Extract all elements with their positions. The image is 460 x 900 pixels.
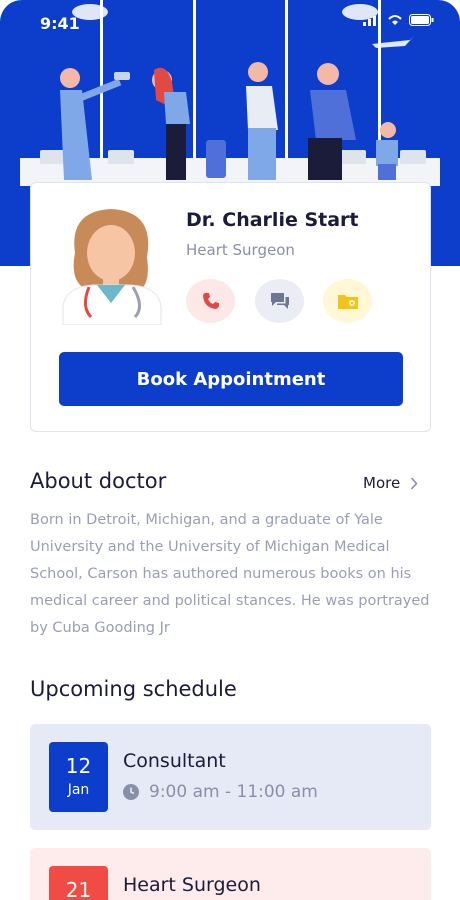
- schedule-day: 21: [65, 878, 92, 900]
- status-time: 9:41: [40, 14, 80, 33]
- about-title: About doctor: [30, 469, 167, 493]
- chevron-right-icon: [411, 476, 418, 490]
- call-button[interactable]: [186, 279, 235, 323]
- schedule-title: Upcoming schedule: [30, 677, 237, 701]
- doctor-specialty: Heart Surgeon: [186, 241, 295, 259]
- more-label: More: [363, 474, 401, 492]
- location-button[interactable]: [323, 279, 372, 323]
- schedule-day: 12: [65, 754, 92, 778]
- about-text: Born in Detroit, Michigan, and a graduat…: [30, 512, 430, 636]
- battery-icon: [409, 14, 434, 26]
- location-folder-icon: [337, 295, 358, 309]
- schedule-time: 9:00 am - 11:00 am: [123, 782, 318, 802]
- schedule-date-badge: 12 Jan: [49, 742, 108, 812]
- status-icons: [363, 14, 434, 26]
- clock-icon: [123, 784, 139, 800]
- signal-icon: [363, 14, 381, 26]
- doctor-name: Dr. Charlie Start: [186, 209, 359, 231]
- schedule-month: Jan: [67, 782, 90, 798]
- schedule-date-badge: 21: [49, 866, 108, 900]
- book-appointment-button[interactable]: Book Appointment: [59, 352, 403, 406]
- chat-icon: [270, 293, 289, 309]
- chat-button[interactable]: [255, 279, 304, 323]
- phone-icon: [202, 293, 219, 309]
- schedule-item[interactable]: 12 Jan Consultant 9:00 am - 11:00 am: [30, 724, 431, 830]
- wifi-icon: [388, 15, 402, 25]
- doctor-card: Dr. Charlie Start Heart Surgeon Book App…: [30, 182, 431, 432]
- schedule-name: Consultant: [123, 750, 226, 772]
- schedule-item[interactable]: 21 Heart Surgeon: [30, 848, 431, 900]
- schedule-time-text: 9:00 am - 11:00 am: [149, 782, 318, 802]
- more-link[interactable]: More: [363, 474, 418, 492]
- doctor-avatar: [62, 209, 162, 325]
- schedule-name: Heart Surgeon: [123, 874, 261, 896]
- status-bar: 9:41: [0, 0, 460, 48]
